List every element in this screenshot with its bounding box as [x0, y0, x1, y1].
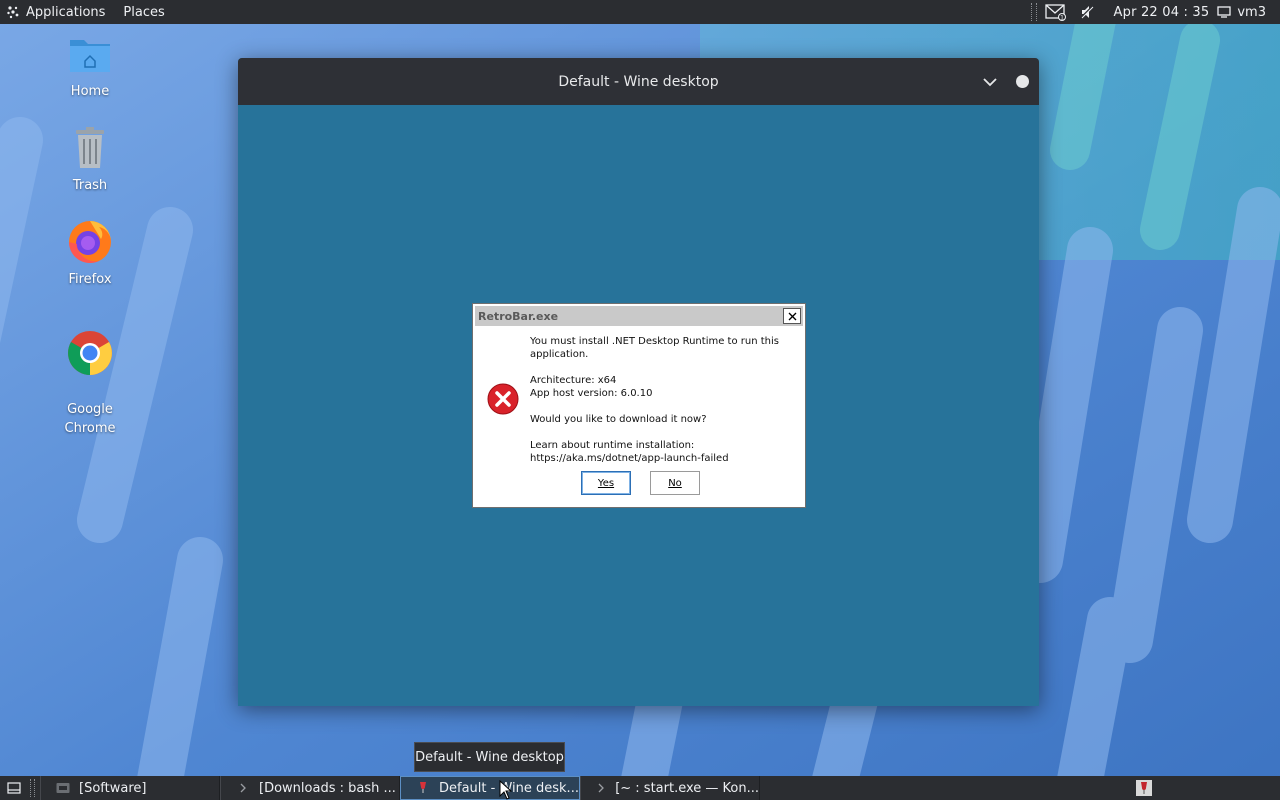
user-name: vm3	[1237, 4, 1266, 20]
message-line: You must install .NET Desktop Runtime to…	[530, 336, 779, 360]
message-line: Architecture: x64	[530, 375, 617, 386]
desktop-icon-trash[interactable]: Trash	[35, 124, 145, 195]
taskbar: [Software] [Downloads : bash ... Default…	[0, 776, 1280, 800]
home-folder-icon	[70, 40, 110, 72]
no-button[interactable]: No	[650, 471, 700, 495]
chrome-icon	[68, 331, 112, 375]
trash-icon	[76, 127, 104, 168]
places-menu[interactable]: Places	[117, 0, 170, 24]
no-label: No	[668, 477, 682, 489]
task-software[interactable]: [Software]	[40, 776, 220, 800]
task-konsole[interactable]: [~ : start.exe — Kon...	[580, 776, 760, 800]
clock[interactable]: Apr 22 04 : 35	[1114, 5, 1210, 20]
window-title: Default - Wine desktop	[558, 73, 719, 90]
chevron-right-icon	[235, 780, 251, 796]
chevron-down-icon	[983, 77, 997, 86]
taskbar-separator	[30, 779, 35, 797]
message-line: Would you like to download it now?	[530, 414, 707, 425]
system-tray: 1 Apr 22 04 : 35 vm3	[1028, 0, 1280, 24]
software-icon	[55, 780, 71, 796]
dialog-title: RetroBar.exe	[478, 309, 559, 323]
monitor-icon	[1217, 6, 1232, 18]
task-wine-desktop[interactable]: Default - Wine desk...	[400, 776, 580, 800]
message-line: App host version: 6.0.10	[530, 388, 653, 399]
volume-muted-icon[interactable]	[1077, 2, 1099, 22]
error-dialog: RetroBar.exe You must install .NET Deskt…	[472, 303, 806, 508]
error-icon	[487, 383, 519, 415]
applications-label: Applications	[26, 4, 106, 20]
places-label: Places	[123, 4, 165, 20]
wine-tray-icon[interactable]	[1132, 778, 1156, 798]
yes-label: Yes	[597, 477, 615, 489]
applications-menu[interactable]: Applications	[0, 0, 111, 24]
message-line: https://aka.ms/dotnet/app-launch-failed	[530, 453, 729, 464]
task-downloads-bash[interactable]: [Downloads : bash ...	[220, 776, 400, 800]
svg-text:1: 1	[1060, 15, 1064, 22]
close-icon	[788, 312, 796, 320]
dialog-close-button[interactable]	[783, 308, 801, 324]
applications-icon	[7, 6, 19, 19]
yes-button[interactable]: Yes	[581, 471, 631, 495]
task-label: [~ : start.exe — Kon...	[615, 780, 759, 796]
desktop-icon-chrome[interactable]: Google Chrome	[35, 310, 145, 438]
firefox-icon	[68, 221, 111, 264]
user-menu[interactable]: vm3	[1217, 5, 1266, 20]
mouse-cursor-icon	[499, 780, 513, 800]
dialog-titlebar[interactable]: RetroBar.exe	[475, 306, 803, 326]
tray-separator	[1030, 3, 1037, 21]
desktop-icon-firefox[interactable]: Firefox	[35, 218, 145, 289]
close-button[interactable]	[1016, 75, 1029, 88]
taskbar-tooltip: Default - Wine desktop	[414, 742, 565, 772]
mail-notification-icon[interactable]: 1	[1044, 2, 1067, 22]
show-desktop-button[interactable]	[0, 776, 28, 800]
minimize-button[interactable]	[980, 72, 1000, 92]
task-label: [Software]	[79, 780, 147, 796]
window-titlebar[interactable]: Default - Wine desktop	[238, 58, 1039, 105]
dialog-message: You must install .NET Desktop Runtime to…	[530, 335, 800, 478]
chevron-right-icon	[595, 780, 607, 796]
top-panel: Applications Places 1 Apr 22 04 : 35 vm3	[0, 0, 1280, 24]
show-desktop-icon	[7, 782, 21, 794]
task-label: [Downloads : bash ...	[259, 780, 396, 796]
wine-glass-icon	[415, 780, 431, 796]
message-line: Learn about runtime installation:	[530, 440, 695, 451]
desktop-icon-home[interactable]: Home	[35, 30, 145, 101]
